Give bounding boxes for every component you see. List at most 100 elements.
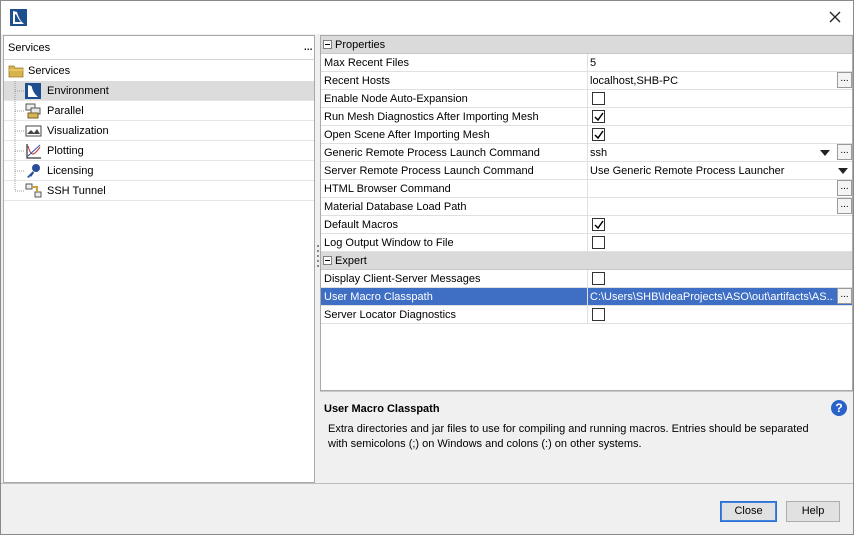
property-value-cell	[587, 126, 852, 143]
ellipsis-button[interactable]: ...	[837, 72, 852, 88]
chevron-down-icon[interactable]	[838, 168, 848, 174]
property-row[interactable]: Log Output Window to File	[321, 234, 852, 252]
collapse-toggle-icon[interactable]	[323, 40, 332, 49]
dialog-content: Services ... Services Environment Paralle…	[3, 35, 853, 483]
section-properties[interactable]: Properties	[321, 36, 852, 54]
property-name: HTML Browser Command	[324, 183, 451, 195]
tree-item-label: Plotting	[47, 145, 84, 157]
property-name: Run Mesh Diagnostics After Importing Mes…	[324, 111, 539, 123]
property-name: Log Output Window to File	[324, 237, 454, 249]
property-row[interactable]: Material Database Load Path...	[321, 198, 852, 216]
tree-item-label: Parallel	[47, 105, 84, 117]
tree-item-label: Visualization	[47, 125, 109, 137]
description-title: User Macro Classpath	[324, 403, 440, 415]
plotting-icon	[25, 143, 42, 159]
property-row[interactable]: Server Remote Process Launch Command Use …	[321, 162, 852, 180]
property-checkbox[interactable]	[592, 218, 605, 231]
property-checkbox[interactable]	[592, 128, 605, 141]
section-expert[interactable]: Expert	[321, 252, 852, 270]
ssh-tunnel-icon	[25, 183, 42, 199]
chevron-down-icon[interactable]	[820, 150, 830, 156]
tree-header-title: Services	[8, 42, 51, 54]
property-grid: Properties Max Recent Files 5 Recent Hosts l…	[320, 35, 853, 391]
title-bar	[1, 1, 853, 34]
property-checkbox[interactable]	[592, 92, 605, 105]
dialog-footer: Close Help	[1, 483, 853, 534]
property-checkbox[interactable]	[592, 236, 605, 249]
property-row[interactable]: Generic Remote Process Launch Command ssh…	[321, 144, 852, 162]
property-row[interactable]: Max Recent Files 5	[321, 54, 852, 72]
more-options-button[interactable]: ...	[303, 37, 313, 53]
property-value[interactable]: ssh	[590, 147, 834, 159]
property-value-cell: Use Generic Remote Process Launcher	[587, 162, 852, 179]
property-value-cell	[587, 306, 852, 323]
tree-item-label: Environment	[47, 85, 109, 97]
tree-item-visualization[interactable]: Visualization	[4, 121, 314, 141]
property-value[interactable]: localhost,SHB-PC	[590, 75, 834, 87]
property-row[interactable]: Default Macros	[321, 216, 852, 234]
property-value-cell	[587, 216, 852, 233]
property-name: Enable Node Auto-Expansion	[324, 93, 468, 105]
close-button[interactable]: Close	[720, 501, 777, 522]
property-row[interactable]: Run Mesh Diagnostics After Importing Mes…	[321, 108, 852, 126]
property-value-cell	[587, 270, 852, 287]
property-name: Material Database Load Path	[324, 201, 467, 213]
help-button[interactable]: Help	[786, 501, 840, 522]
description-body: Extra directories and jar files to use f…	[328, 423, 809, 450]
tree-item-parallel[interactable]: Parallel	[4, 101, 314, 121]
collapse-toggle-icon[interactable]	[323, 256, 332, 265]
property-name: Display Client-Server Messages	[324, 273, 481, 285]
property-checkbox[interactable]	[592, 308, 605, 321]
property-value-cell: ...	[587, 180, 852, 197]
visualization-icon	[25, 123, 42, 139]
ellipsis-button[interactable]: ...	[837, 198, 852, 214]
property-value[interactable]: 5	[590, 57, 834, 69]
help-icon[interactable]: ?	[831, 400, 847, 416]
property-row[interactable]: HTML Browser Command...	[321, 180, 852, 198]
property-value[interactable]: C:\Users\SHB\IdeaProjects\ASO\out\artifa…	[590, 291, 834, 303]
description-panel: User Macro Classpath ? Extra directories…	[320, 391, 853, 483]
tree-item-licensing[interactable]: Licensing	[4, 161, 314, 181]
tree-root-services[interactable]: Services	[4, 61, 314, 81]
tree-connector	[14, 81, 24, 101]
ellipsis-button[interactable]: ...	[837, 144, 852, 160]
property-value-cell: C:\Users\SHB\IdeaProjects\ASO\out\artifa…	[587, 288, 852, 305]
panel-splitter[interactable]	[316, 245, 319, 275]
property-value-cell	[587, 108, 852, 125]
tree-connector	[14, 101, 24, 121]
tree-item-label: SSH Tunnel	[47, 185, 106, 197]
tree-connector	[14, 161, 24, 181]
property-value[interactable]: Use Generic Remote Process Launcher	[590, 165, 834, 177]
property-row[interactable]: Server Locator Diagnostics	[321, 306, 852, 324]
property-row[interactable]: Recent Hosts localhost,SHB-PC...	[321, 72, 852, 90]
tree-connector	[14, 181, 24, 192]
property-row[interactable]: Enable Node Auto-Expansion	[321, 90, 852, 108]
environment-icon	[25, 83, 42, 99]
property-value-cell: ...	[587, 198, 852, 215]
tree-connector	[14, 141, 24, 161]
property-row[interactable]: User Macro Classpath C:\Users\SHB\IdeaPro…	[321, 288, 852, 306]
property-name: Recent Hosts	[324, 75, 391, 87]
property-name: Server Locator Diagnostics	[324, 309, 457, 321]
close-icon[interactable]	[825, 7, 845, 27]
property-value-cell	[587, 234, 852, 251]
section-label: Properties	[335, 39, 386, 51]
property-checkbox[interactable]	[592, 272, 605, 285]
services-dialog: Services ... Services Environment Paralle…	[0, 0, 854, 535]
tree-item-environment[interactable]: Environment	[4, 81, 314, 101]
tree-connector	[14, 121, 24, 141]
tree-item-plotting[interactable]: Plotting	[4, 141, 314, 161]
property-name: Generic Remote Process Launch Command	[324, 147, 540, 159]
property-value-cell: 5	[587, 54, 852, 71]
star-ccm-logo-icon	[10, 9, 27, 26]
property-row[interactable]: Display Client-Server Messages	[321, 270, 852, 288]
tree-item-label: Licensing	[47, 165, 94, 177]
property-name: User Macro Classpath	[324, 291, 433, 303]
property-checkbox[interactable]	[592, 110, 605, 123]
ellipsis-button[interactable]: ...	[837, 180, 852, 196]
tree-item-ssh-tunnel[interactable]: SSH Tunnel	[4, 181, 314, 201]
ellipsis-button[interactable]: ...	[837, 288, 852, 304]
property-row[interactable]: Open Scene After Importing Mesh	[321, 126, 852, 144]
property-value-cell: ssh...	[587, 144, 852, 161]
services-tree-panel: Services ... Services Environment Paralle…	[3, 35, 315, 483]
